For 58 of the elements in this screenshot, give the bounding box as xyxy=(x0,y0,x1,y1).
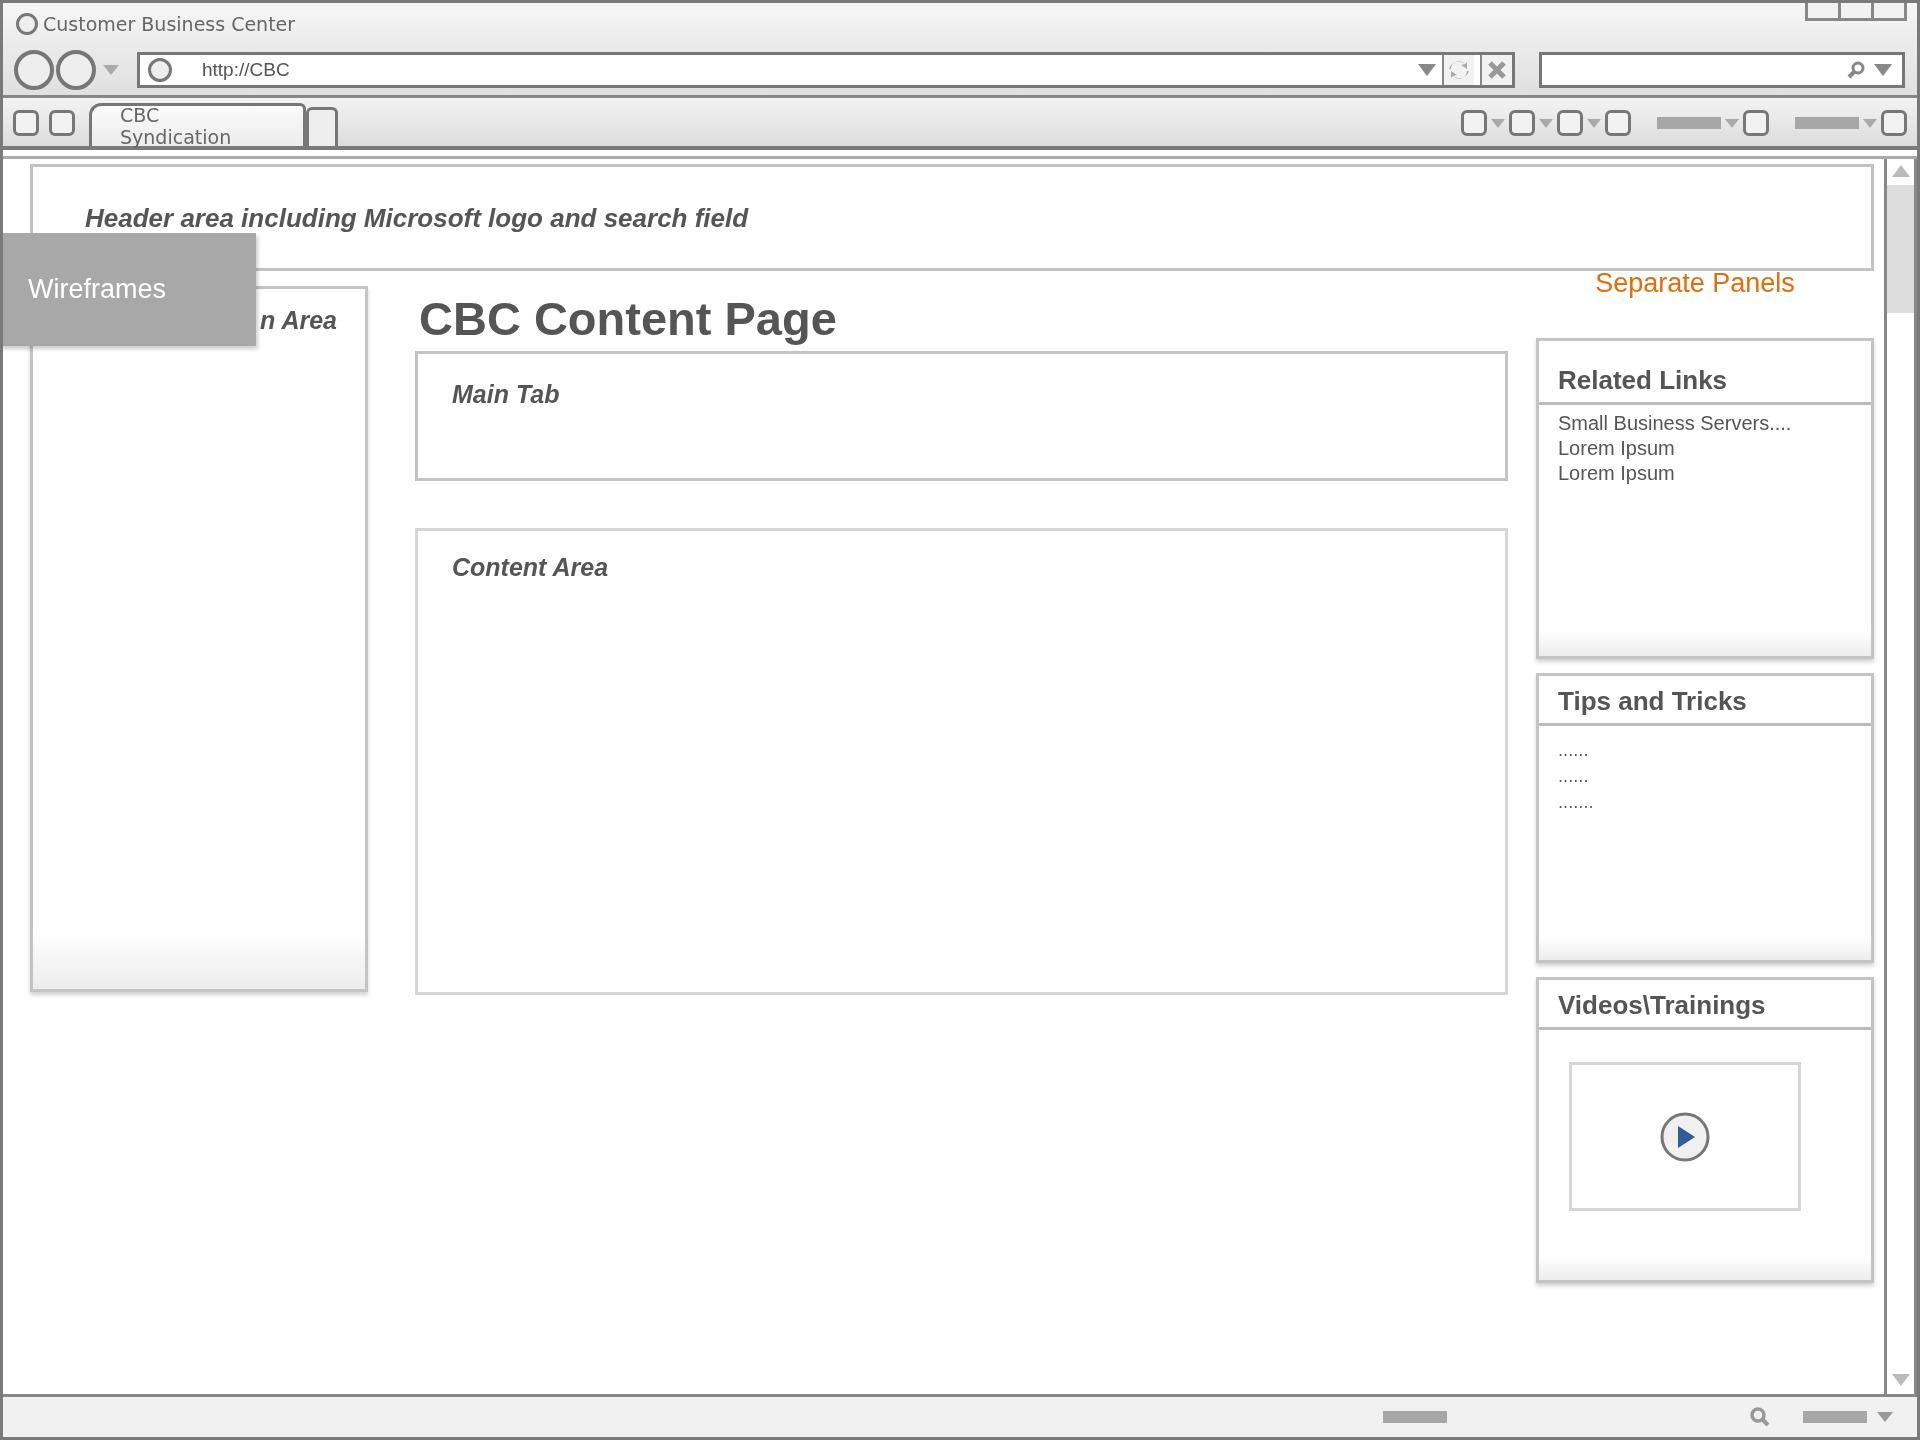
back-button[interactable] xyxy=(13,49,55,91)
circle-icon xyxy=(15,12,39,36)
link[interactable]: Lorem Ipsum xyxy=(1558,461,1675,486)
minimize-button[interactable] xyxy=(1805,3,1841,21)
caret-icon[interactable] xyxy=(1874,64,1892,76)
link[interactable]: Small Business Servers.... xyxy=(1558,411,1792,436)
scrollbar[interactable] xyxy=(1884,159,1917,1394)
close-button[interactable] xyxy=(1871,3,1907,21)
toolbar-button[interactable] xyxy=(13,110,39,136)
main-tab-label: Main Tab xyxy=(452,380,560,408)
search-icon[interactable] xyxy=(1749,1406,1771,1428)
side-note: Separate Panels xyxy=(1594,268,1796,300)
search-icon[interactable] xyxy=(1846,60,1866,80)
caret-icon[interactable] xyxy=(1863,118,1877,128)
list-item: ....... xyxy=(1558,792,1594,814)
panel-title: Related Links xyxy=(1558,365,1728,395)
caret-icon[interactable] xyxy=(103,65,119,75)
caret-icon[interactable] xyxy=(1491,118,1505,128)
browser-tab[interactable]: CBC Syndication xyxy=(89,103,306,146)
panel-title: Tips and Tricks xyxy=(1558,686,1747,716)
circle-icon xyxy=(146,56,174,84)
placeholder-bar xyxy=(1795,117,1859,129)
close-icon[interactable] xyxy=(1480,55,1512,85)
placeholder-bar xyxy=(1803,1411,1867,1423)
search-field[interactable] xyxy=(1539,52,1905,88)
header-text: Header area including Microsoft logo and search field xyxy=(85,203,749,233)
panel-title: Videos\Trainings xyxy=(1558,990,1766,1020)
toolbar-button[interactable] xyxy=(1557,110,1583,136)
toolbar-button[interactable] xyxy=(1743,110,1769,136)
toolbar-button[interactable] xyxy=(49,110,75,136)
caret-icon[interactable] xyxy=(1877,1412,1893,1422)
toolbar-button[interactable] xyxy=(1605,110,1631,136)
wireframes-label: Wireframes xyxy=(3,233,256,346)
navigation-label: n Area xyxy=(260,306,337,335)
address-field[interactable]: http://CBC xyxy=(137,52,1515,88)
toolbar-button[interactable] xyxy=(1509,110,1535,136)
up-arrow-icon[interactable] xyxy=(1891,165,1910,177)
scroll-thumb[interactable] xyxy=(1887,185,1914,313)
url-text: http://CBC xyxy=(202,59,290,81)
maximize-button[interactable] xyxy=(1838,3,1874,21)
down-arrow-icon[interactable] xyxy=(1891,1374,1910,1386)
link[interactable]: Lorem Ipsum xyxy=(1558,436,1675,461)
forward-button[interactable] xyxy=(55,49,97,91)
list-item: ...... xyxy=(1558,740,1589,762)
refresh-icon[interactable] xyxy=(1442,55,1474,85)
window-title: Customer Business Center xyxy=(43,13,296,35)
placeholder-bar xyxy=(1383,1411,1447,1423)
placeholder-bar xyxy=(1657,117,1721,129)
caret-icon[interactable] xyxy=(1587,118,1601,128)
caret-icon[interactable] xyxy=(1725,118,1739,128)
caret-icon[interactable] xyxy=(1539,118,1553,128)
toolbar-button[interactable] xyxy=(1881,110,1907,136)
caret-icon[interactable] xyxy=(1418,64,1436,76)
toolbar-button[interactable] xyxy=(1461,110,1487,136)
new-tab-button[interactable] xyxy=(306,107,338,146)
content-area-label: Content Area xyxy=(452,553,609,581)
list-item: ...... xyxy=(1558,766,1589,788)
page-title: CBC Content Page xyxy=(418,291,838,347)
